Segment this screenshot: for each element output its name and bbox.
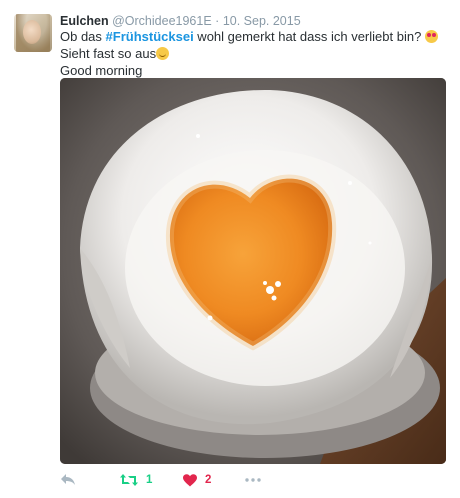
tweet-card: Eulchen @Orchidee1961E · 10. Sep. 2015 O… bbox=[0, 0, 460, 498]
tweet-second-line: Good morning bbox=[60, 63, 143, 78]
tweet-text-part: Sieht fast so aus bbox=[60, 46, 157, 61]
avatar[interactable] bbox=[14, 14, 52, 52]
smiling-face-emoji-icon bbox=[156, 47, 170, 60]
avatar-face bbox=[23, 20, 41, 44]
tweet-header: Eulchen @Orchidee1961E · 10. Sep. 2015 bbox=[60, 13, 301, 29]
user-handle[interactable]: @Orchidee1961E bbox=[112, 14, 212, 28]
separator-dot: · bbox=[215, 14, 220, 28]
hashtag-link[interactable]: #Frühstücksei bbox=[106, 29, 194, 44]
like-count: 2 bbox=[205, 474, 212, 486]
tweet-text-part: Ob das bbox=[60, 29, 106, 44]
like-button[interactable]: 2 bbox=[183, 470, 211, 490]
heart-eyes-emoji-icon bbox=[424, 30, 438, 43]
tweet-actions: 1 2 bbox=[60, 470, 450, 490]
more-dots-icon bbox=[245, 478, 261, 482]
tweet-text-part: wohl gemerkt hat dass ich verliebt bin? bbox=[193, 29, 425, 44]
tweet-text: Ob das #Frühstücksei wohl gemerkt hat da… bbox=[60, 28, 450, 79]
tweet-date[interactable]: 10. Sep. 2015 bbox=[223, 14, 301, 28]
boiled-egg-heart-yolk-photo-icon bbox=[60, 78, 446, 464]
display-name[interactable]: Eulchen bbox=[60, 14, 109, 28]
retweet-count: 1 bbox=[146, 474, 153, 486]
tweet-photo[interactable] bbox=[60, 78, 446, 464]
reply-button[interactable] bbox=[60, 470, 76, 490]
more-button[interactable] bbox=[245, 470, 261, 490]
reply-icon bbox=[61, 474, 75, 485]
retweet-icon bbox=[120, 474, 138, 486]
heart-icon bbox=[183, 473, 197, 486]
retweet-button[interactable]: 1 bbox=[120, 470, 152, 490]
